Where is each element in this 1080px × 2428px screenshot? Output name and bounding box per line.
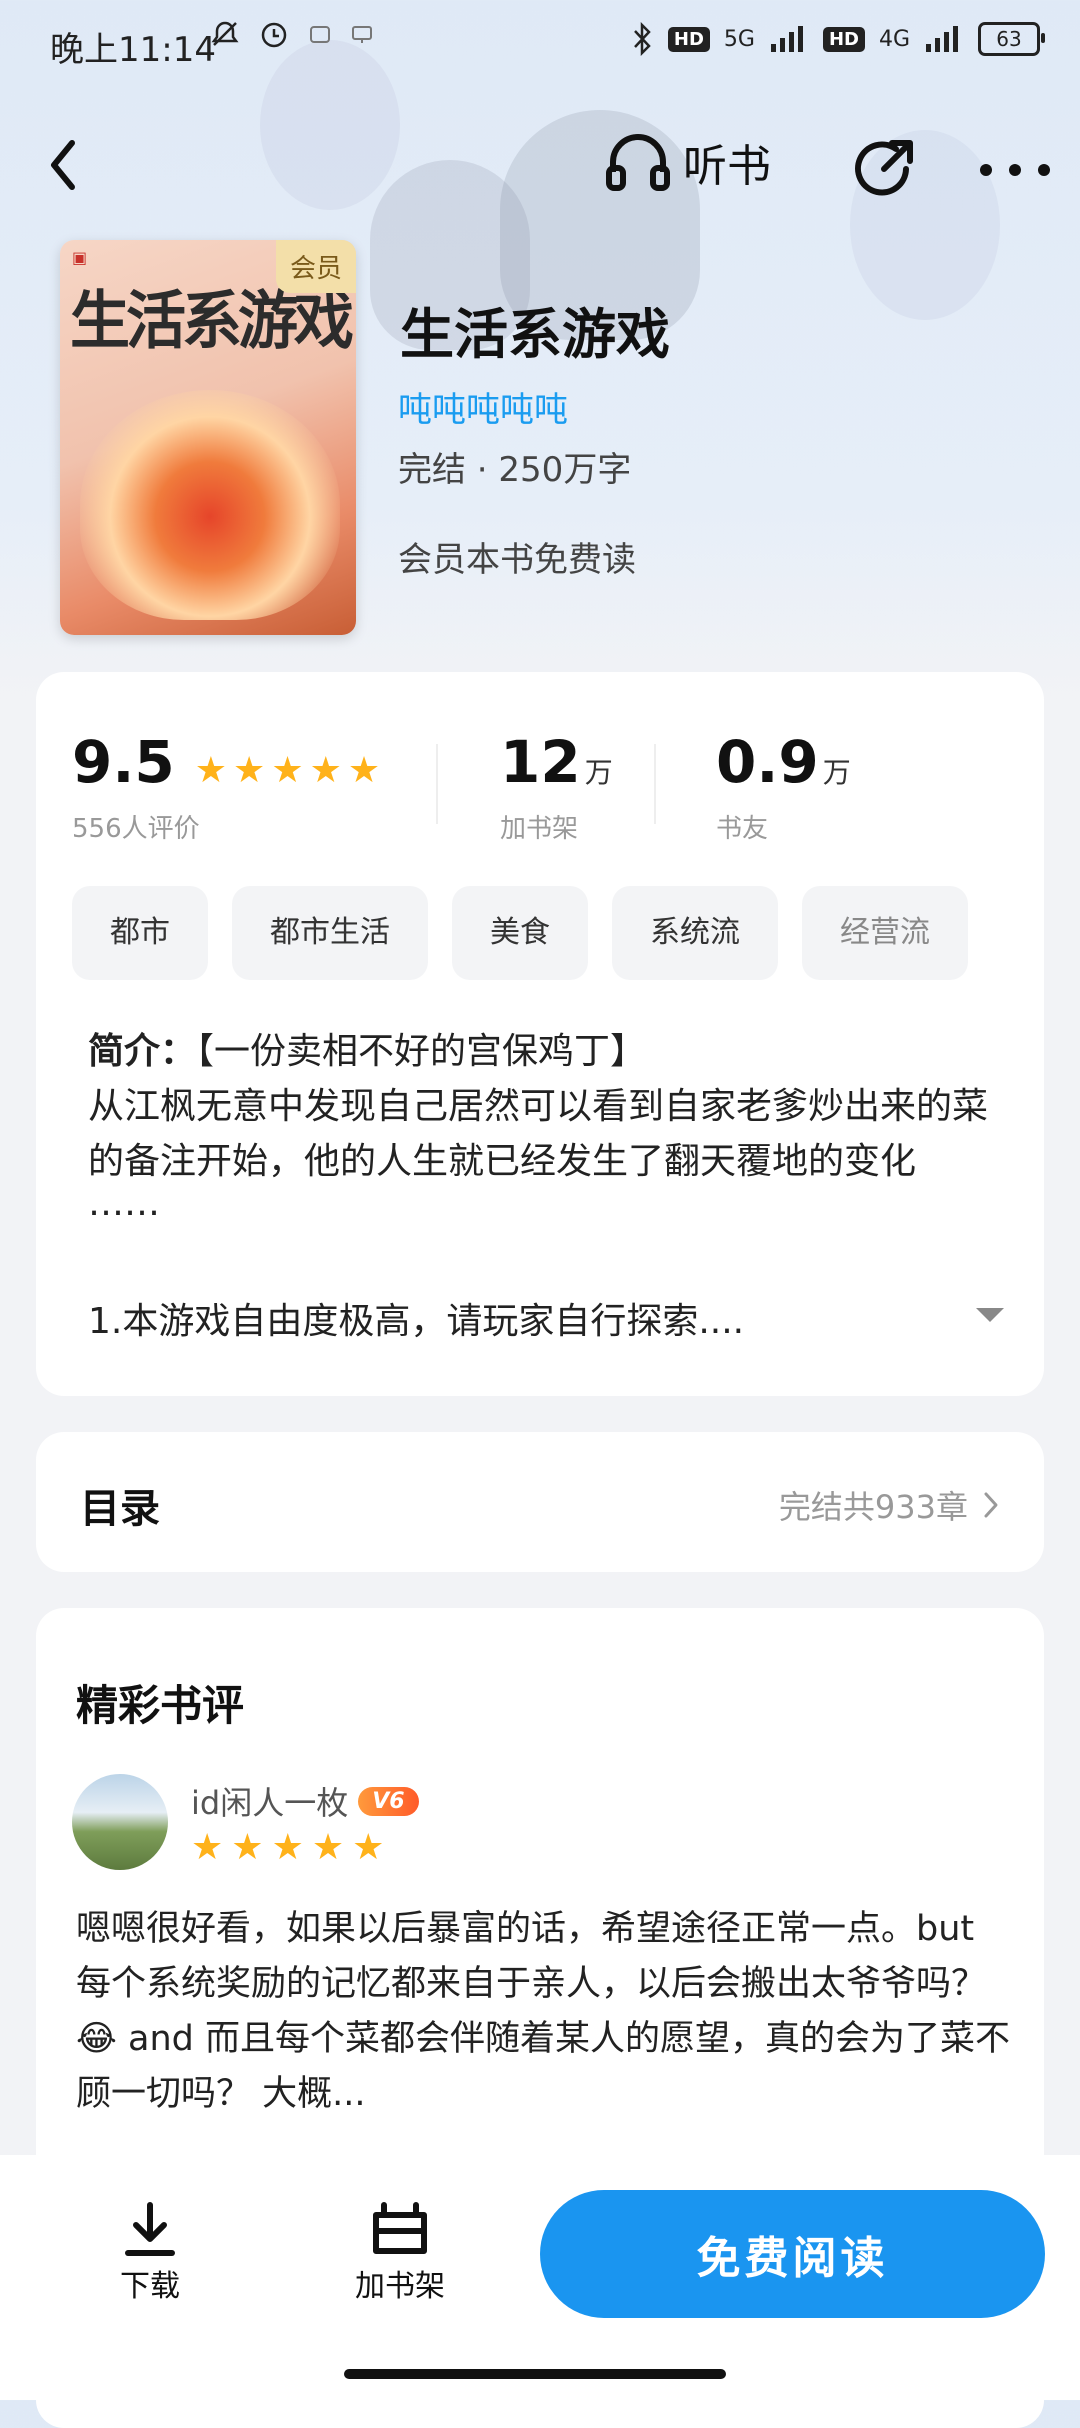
tag-chip[interactable]: 经营流 xyxy=(802,886,968,980)
book-intro[interactable]: 简介：【一份卖相不好的宫保鸡丁】 从江枫无意中发现自己居然可以看到自家老爹炒出来… xyxy=(88,1024,1008,1224)
status-right: HD 5G HD 4G 63 xyxy=(630,22,1045,56)
shelf-stat: 12 万 加书架 xyxy=(500,728,613,845)
bluetooth-icon xyxy=(633,22,651,56)
avatar[interactable] xyxy=(72,1774,168,1870)
intro-ellipsis: …… xyxy=(88,1183,160,1224)
reviews-title: 精彩书评 xyxy=(76,1681,245,1730)
intro-body: 从江枫无意中发现自己居然可以看到自家老爹炒出来的菜的备注开始，他的人生就已经发生… xyxy=(88,1086,989,1182)
star-icon: ★ xyxy=(233,750,266,791)
fans-unit: 万 xyxy=(822,756,851,789)
expand-triangle-icon[interactable] xyxy=(976,1308,1004,1322)
star-icon: ★ xyxy=(271,1827,304,1868)
dot-icon xyxy=(1009,164,1021,176)
review-username: id闲人一枚 xyxy=(191,1784,349,1822)
intro-label: 简介： xyxy=(88,1031,197,1072)
listen-button[interactable]: 听书 xyxy=(605,130,771,194)
intro-headline: 【一份卖相不好的宫保鸡丁】 xyxy=(196,1031,647,1072)
fans-label: 书友 xyxy=(716,814,769,844)
mute-icon xyxy=(211,21,239,46)
cover-illustration xyxy=(80,390,340,620)
tag-chip[interactable]: 美食 xyxy=(452,886,588,980)
fans-count: 0.9 xyxy=(716,728,819,796)
star-icon: ★ xyxy=(271,750,304,791)
hd-badge: HD xyxy=(667,26,710,52)
network-5g-label: 5G xyxy=(723,26,755,52)
home-indicator[interactable] xyxy=(344,2369,726,2379)
signal-icon xyxy=(926,26,958,52)
star-icon: ★ xyxy=(311,1827,345,1868)
dot-icon xyxy=(980,164,992,176)
rating-stars: ★ ★ ★ ★ ★ xyxy=(195,753,380,789)
shelf-label: 加书架 xyxy=(500,814,579,844)
status-time: 晚上11:14 xyxy=(50,30,216,70)
download-label: 下载 xyxy=(120,2269,180,2304)
tag-chip[interactable]: 系统流 xyxy=(612,886,778,980)
review-user[interactable]: id闲人一枚 V6 xyxy=(191,1778,419,1824)
shelf-unit: 万 xyxy=(584,756,613,789)
listen-label: 听书 xyxy=(683,141,771,192)
toc-info: 完结共933章 xyxy=(779,1482,1000,1528)
bookshelf-add-icon xyxy=(373,2202,427,2254)
review-stars: ★ ★ ★ ★ ★ xyxy=(191,1830,384,1866)
book-stats-card: 9.5 ★ ★ ★ ★ ★ 556人评价 12 万 加书架 0.9 万 书友 都… xyxy=(36,672,1044,1396)
rating-stat[interactable]: 9.5 ★ ★ ★ ★ ★ 556人评价 xyxy=(72,728,380,845)
star-icon: ★ xyxy=(231,1827,264,1868)
book-title: 生活系游戏 xyxy=(400,303,670,366)
rating-value: 9.5 xyxy=(72,728,175,796)
share-button[interactable] xyxy=(848,135,918,205)
publisher-logo: ▣ xyxy=(72,248,88,267)
screen-notification-icon xyxy=(352,26,372,43)
rating-count: 556人评价 xyxy=(72,814,200,844)
share-icon xyxy=(855,140,913,196)
fans-stat[interactable]: 0.9 万 书友 xyxy=(716,728,851,845)
app-notification-icon xyxy=(310,26,330,43)
battery-icon: 63 xyxy=(978,22,1045,56)
star-icon: ★ xyxy=(352,1827,385,1868)
hd-badge: HD xyxy=(822,26,865,52)
status-left-icons xyxy=(210,18,374,50)
dot-icon xyxy=(1038,164,1050,176)
cover-vip-badge: 会员 xyxy=(275,240,356,293)
shelf-count: 12 xyxy=(500,728,581,796)
toc-title: 目录 xyxy=(80,1486,160,1532)
background-balloon xyxy=(260,40,400,210)
free-read-button[interactable]: 免费阅读 xyxy=(540,2190,1045,2318)
book-cover[interactable]: ▣ 生活系游戏 会员 xyxy=(60,240,356,635)
star-icon: ★ xyxy=(194,750,228,791)
add-to-shelf-label: 加书架 xyxy=(355,2269,445,2304)
headphones-icon xyxy=(606,134,670,191)
signal-icon xyxy=(770,26,803,52)
star-icon: ★ xyxy=(347,750,381,791)
intro-more-line: 1.本游戏自由度极高，请玩家自行探索.... xyxy=(88,1301,745,1342)
divider xyxy=(436,744,438,824)
star-icon: ★ xyxy=(191,1827,224,1868)
tag-list: 都市 都市生活 美食 系统流 经营流 xyxy=(72,886,1044,980)
add-to-shelf-button[interactable]: 加书架 xyxy=(340,2201,460,2305)
star-icon: ★ xyxy=(309,750,342,791)
download-icon xyxy=(125,2202,175,2256)
book-status: 完结 · 250万字 xyxy=(398,450,632,490)
toc-card[interactable]: 目录 完结共933章 xyxy=(36,1432,1044,1572)
book-author[interactable]: 吨吨吨吨吨 xyxy=(398,382,568,431)
review-text[interactable]: 嗯嗯很好看，如果以后暴富的话，希望途径正常一点。but 每个系统奖励的记忆都来自… xyxy=(76,1902,1016,2122)
bottom-action-bar: 下载 加书架 免费阅读 xyxy=(0,2155,1080,2400)
vip-free-note: 会员本书免费读 xyxy=(398,540,636,580)
more-button[interactable] xyxy=(980,140,1050,200)
alarm-icon xyxy=(261,22,287,48)
tag-chip[interactable]: 都市 xyxy=(72,886,208,980)
back-button[interactable] xyxy=(40,135,90,195)
chevron-right-icon xyxy=(984,1492,998,1518)
chevron-left-icon xyxy=(51,140,75,190)
tag-chip[interactable]: 都市生活 xyxy=(232,886,428,980)
divider xyxy=(654,744,656,824)
network-4g-label: 4G xyxy=(878,26,910,52)
toc-chapter-count: 完结共933章 xyxy=(778,1488,968,1526)
download-button[interactable]: 下载 xyxy=(110,2201,190,2305)
vip-level-badge: V6 xyxy=(358,1786,419,1816)
